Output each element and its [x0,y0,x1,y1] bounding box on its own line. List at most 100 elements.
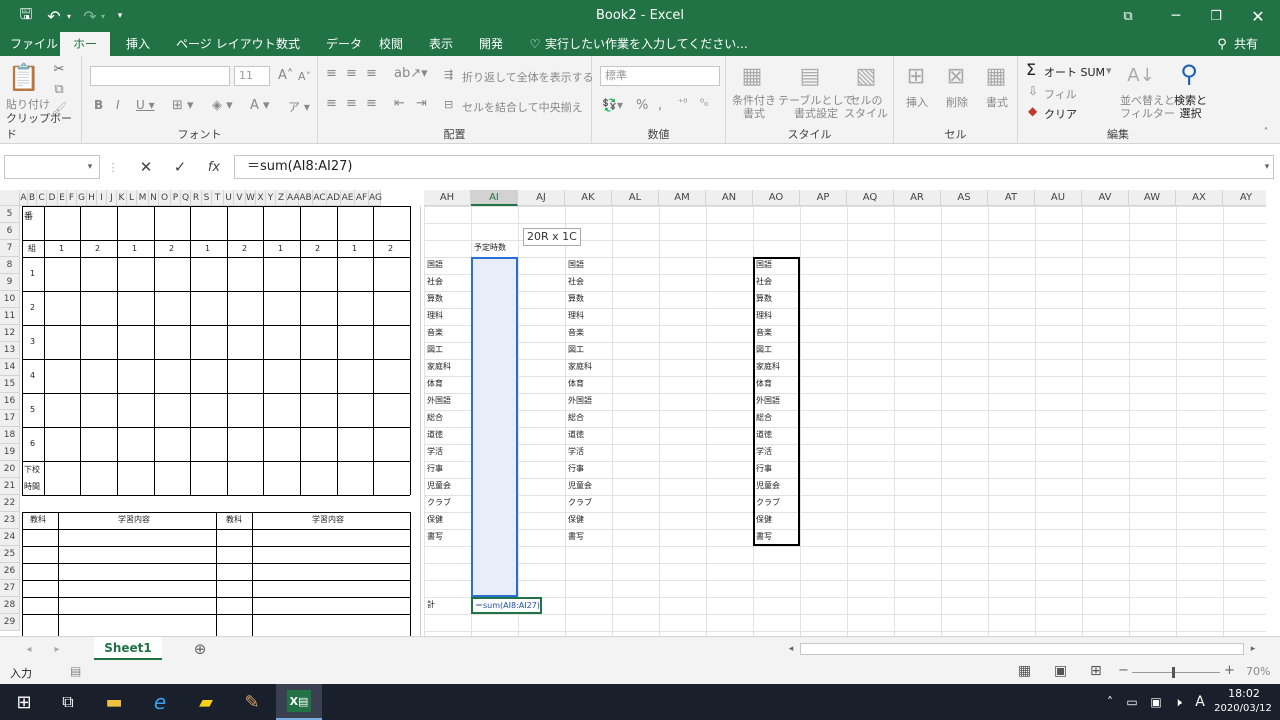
column-header[interactable]: W [246,190,256,206]
increase-decimal-icon[interactable]: ⁺⁰ [678,98,687,109]
column-header[interactable]: AB [299,190,313,206]
horizontal-scrollbar[interactable] [800,643,1244,655]
task-view-icon[interactable]: ⧉ [56,690,80,714]
ie-browser-icon[interactable]: e [148,690,172,714]
align-middle-icon[interactable]: ≡ [346,66,357,81]
column-header[interactable]: N [149,190,159,206]
column-header[interactable]: Y [266,190,276,206]
cut-icon[interactable]: ✂ [50,60,68,78]
column-header[interactable]: T [212,190,224,206]
hscroll-right-icon[interactable]: ▸ [1246,641,1260,657]
column-header[interactable]: AF [355,190,369,206]
row-header[interactable]: 18 [0,427,20,444]
cancel-icon[interactable]: ✕ [136,156,156,178]
page-layout-view-icon[interactable]: ▣ [1054,663,1067,679]
row-header[interactable]: 28 [0,597,20,614]
column-header[interactable]: AS [941,190,988,206]
decrease-decimal-icon[interactable]: ⁰₀ [700,98,708,109]
clock-date[interactable]: 2020/03/12 [1210,703,1276,714]
font-name-dropdown[interactable] [90,66,230,86]
tab-view[interactable]: 表示 [421,32,461,56]
expand-formula-bar-icon[interactable]: ▾ [1260,158,1274,176]
paint-icon[interactable]: ✎ [240,690,264,714]
find-select-button[interactable]: 検索と 選択 [1174,94,1207,120]
normal-view-icon[interactable]: ▦ [1018,663,1031,679]
currency-icon[interactable]: 💱▾ [602,98,623,112]
column-header[interactable]: V [234,190,246,206]
zoom-level[interactable]: 70% [1246,665,1270,678]
share-button[interactable]: 共有 [1226,32,1266,56]
comma-icon[interactable]: , [658,98,662,113]
row-header[interactable]: 6 [0,223,20,240]
column-header[interactable]: A [20,190,28,206]
column-header[interactable]: AT [988,190,1035,206]
column-header[interactable]: AN [706,190,753,206]
row-header[interactable]: 14 [0,359,20,376]
column-header[interactable]: S [202,190,212,206]
column-header[interactable]: J [107,190,117,206]
column-header[interactable]: AA [287,190,300,206]
column-header[interactable]: AQ [847,190,894,206]
enter-icon[interactable]: ✓ [170,156,190,178]
column-header[interactable]: AD [327,190,341,206]
column-header[interactable]: I [97,190,107,206]
fill-button[interactable]: フィル [1044,86,1077,102]
column-header[interactable]: G [77,190,87,206]
column-header[interactable]: L [127,190,137,206]
file-explorer-icon[interactable]: ▬ [102,690,126,714]
volume-icon[interactable]: 🕨 [1168,692,1188,712]
align-bottom-icon[interactable]: ≡ [366,66,377,81]
percent-icon[interactable]: % [636,98,648,113]
column-header[interactable]: D [47,190,58,206]
column-header[interactable]: Z [276,190,287,206]
name-box[interactable]: ▾ [4,155,100,179]
align-right-icon[interactable]: ≡ [366,96,377,111]
conditional-format-button[interactable]: 条件付き 書式 [732,94,776,120]
column-header[interactable]: AW [1129,190,1176,206]
column-header[interactable]: B [28,190,37,206]
minimize-button[interactable]: ─ [1166,6,1186,26]
align-center-icon[interactable]: ≡ [346,96,357,111]
align-top-icon[interactable]: ≡ [326,66,337,81]
tab-file[interactable]: ファイル [2,32,66,56]
column-header[interactable]: F [67,190,77,206]
windows-start-icon[interactable]: ⊞ [12,690,36,714]
decrease-indent-icon[interactable]: ⇤ [394,96,405,111]
column-header[interactable]: AH [424,190,471,206]
number-format-dropdown[interactable]: 標準 [600,66,720,86]
autosum-button[interactable]: オート SUM [1044,64,1105,80]
tab-review[interactable]: 校閲 [371,32,411,56]
row-header[interactable]: 19 [0,444,20,461]
row-header[interactable]: 24 [0,529,20,546]
row-header[interactable]: 21 [0,478,20,495]
hscroll-left-icon[interactable]: ◂ [784,641,798,657]
column-header[interactable]: C [37,190,47,206]
column-header[interactable]: AO [753,190,800,206]
column-header[interactable]: R [191,190,202,206]
cell-styles-button[interactable]: セルの スタイル [844,94,888,120]
row-header[interactable]: 5 [0,206,20,223]
align-left-icon[interactable]: ≡ [326,96,337,111]
next-sheet-icon[interactable]: ▸ [50,639,64,659]
tell-me-search[interactable]: 実行したい作業を入力してください... [537,32,756,56]
phonetic-icon[interactable]: ア ▾ [288,98,310,115]
row-header[interactable]: 12 [0,325,20,342]
row-header[interactable]: 15 [0,376,20,393]
column-header[interactable]: AE [341,190,355,206]
row-header[interactable]: 23 [0,512,20,529]
row-header[interactable]: 9 [0,274,20,291]
tab-home[interactable]: ホーム [60,32,110,75]
tab-developer[interactable]: 開発 [471,32,511,56]
autosum-dropdown-icon[interactable]: ▾ [1106,64,1112,77]
copy-icon[interactable]: ⧉ [50,80,68,98]
close-button[interactable]: ✕ [1248,6,1268,26]
sticky-notes-icon[interactable]: ▰ [194,690,218,714]
column-header[interactable]: AK [565,190,612,206]
column-header[interactable]: K [117,190,127,206]
column-header[interactable]: E [58,190,67,206]
bold-icon[interactable]: B [94,98,103,112]
paste-icon[interactable]: 📋 [8,62,40,94]
page-break-view-icon[interactable]: ⊞ [1090,663,1102,679]
column-header[interactable]: AJ [518,190,565,206]
row-header[interactable]: 20 [0,461,20,478]
